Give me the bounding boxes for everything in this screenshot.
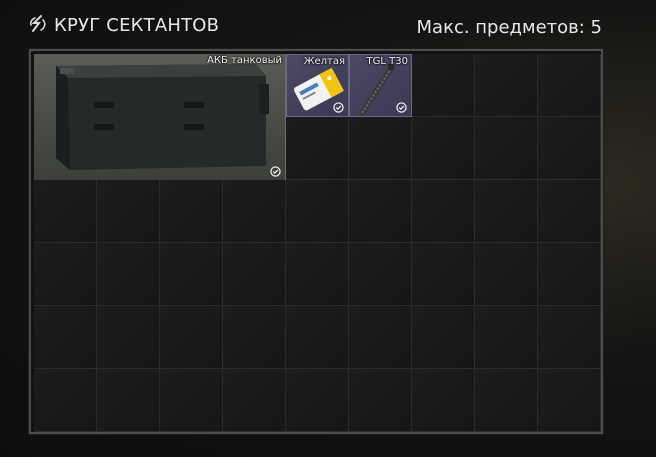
grid-slot[interactable] — [286, 306, 349, 369]
grid-slot[interactable] — [223, 180, 286, 243]
checkmark-icon — [333, 102, 344, 113]
page-title: КРУГ СЕКТАНТОВ — [54, 15, 220, 36]
grid-slot[interactable] — [349, 306, 412, 369]
grid-slot[interactable] — [286, 243, 349, 306]
grid-slot[interactable] — [538, 117, 601, 180]
grid-slot[interactable] — [538, 243, 601, 306]
grid-slot[interactable] — [223, 369, 286, 432]
grid-slot[interactable] — [160, 306, 223, 369]
max-items-counter: Макс. предметов: 5 — [416, 17, 602, 38]
grid-slot[interactable] — [160, 243, 223, 306]
grid-slot[interactable] — [349, 369, 412, 432]
grid-slot[interactable] — [286, 369, 349, 432]
grid-slot[interactable] — [97, 369, 160, 432]
grid-slot[interactable] — [538, 306, 601, 369]
grid-slot[interactable] — [97, 306, 160, 369]
grid-slot[interactable] — [97, 243, 160, 306]
grid-slot[interactable] — [34, 306, 97, 369]
grid-slot[interactable] — [475, 117, 538, 180]
item-label: Желтая — [303, 56, 345, 67]
grid-slot[interactable] — [538, 54, 601, 117]
grid-slot[interactable] — [286, 117, 349, 180]
grid-slot[interactable] — [223, 306, 286, 369]
grid-slot[interactable] — [349, 243, 412, 306]
grid-slot[interactable] — [34, 180, 97, 243]
item-tank-battery[interactable]: АКБ танковый — [34, 54, 286, 180]
grid-slot[interactable] — [412, 180, 475, 243]
grid-slot[interactable] — [412, 243, 475, 306]
item-label: АКБ танковый — [207, 55, 282, 66]
grid-slot[interactable] — [349, 117, 412, 180]
grid-slot[interactable] — [412, 117, 475, 180]
item-label: TGL T30 — [366, 56, 408, 67]
grid-slot[interactable] — [412, 306, 475, 369]
grid-slot[interactable] — [475, 54, 538, 117]
grid-slot[interactable] — [538, 369, 601, 432]
header: КРУГ СЕКТАНТОВ Макс. предметов: 5 — [0, 0, 656, 50]
item-yellow-keycard[interactable]: Желтая — [286, 54, 349, 117]
tank-battery-icon — [56, 64, 269, 170]
grid-slot[interactable] — [97, 180, 160, 243]
grid-slot[interactable] — [475, 180, 538, 243]
grid-slot[interactable] — [538, 180, 601, 243]
grid-slot[interactable] — [349, 180, 412, 243]
grid-slot[interactable] — [475, 243, 538, 306]
circle-inventory-panel: АКБ танковый Желтая TGL T30 — [29, 49, 603, 434]
grid-slot[interactable] — [223, 243, 286, 306]
grid-slot[interactable] — [475, 369, 538, 432]
grid-slot[interactable] — [475, 306, 538, 369]
cultist-circle-icon — [29, 15, 46, 32]
checkmark-icon — [396, 102, 407, 113]
grid-slot[interactable] — [412, 54, 475, 117]
grid-slot[interactable] — [412, 369, 475, 432]
grid-slot[interactable] — [160, 180, 223, 243]
grid-slot[interactable] — [286, 180, 349, 243]
item-tgl-t30[interactable]: TGL T30 — [349, 54, 412, 117]
grid-slot[interactable] — [34, 369, 97, 432]
grid-slot[interactable] — [160, 369, 223, 432]
grid-slot[interactable] — [34, 243, 97, 306]
checkmark-icon — [270, 166, 281, 177]
